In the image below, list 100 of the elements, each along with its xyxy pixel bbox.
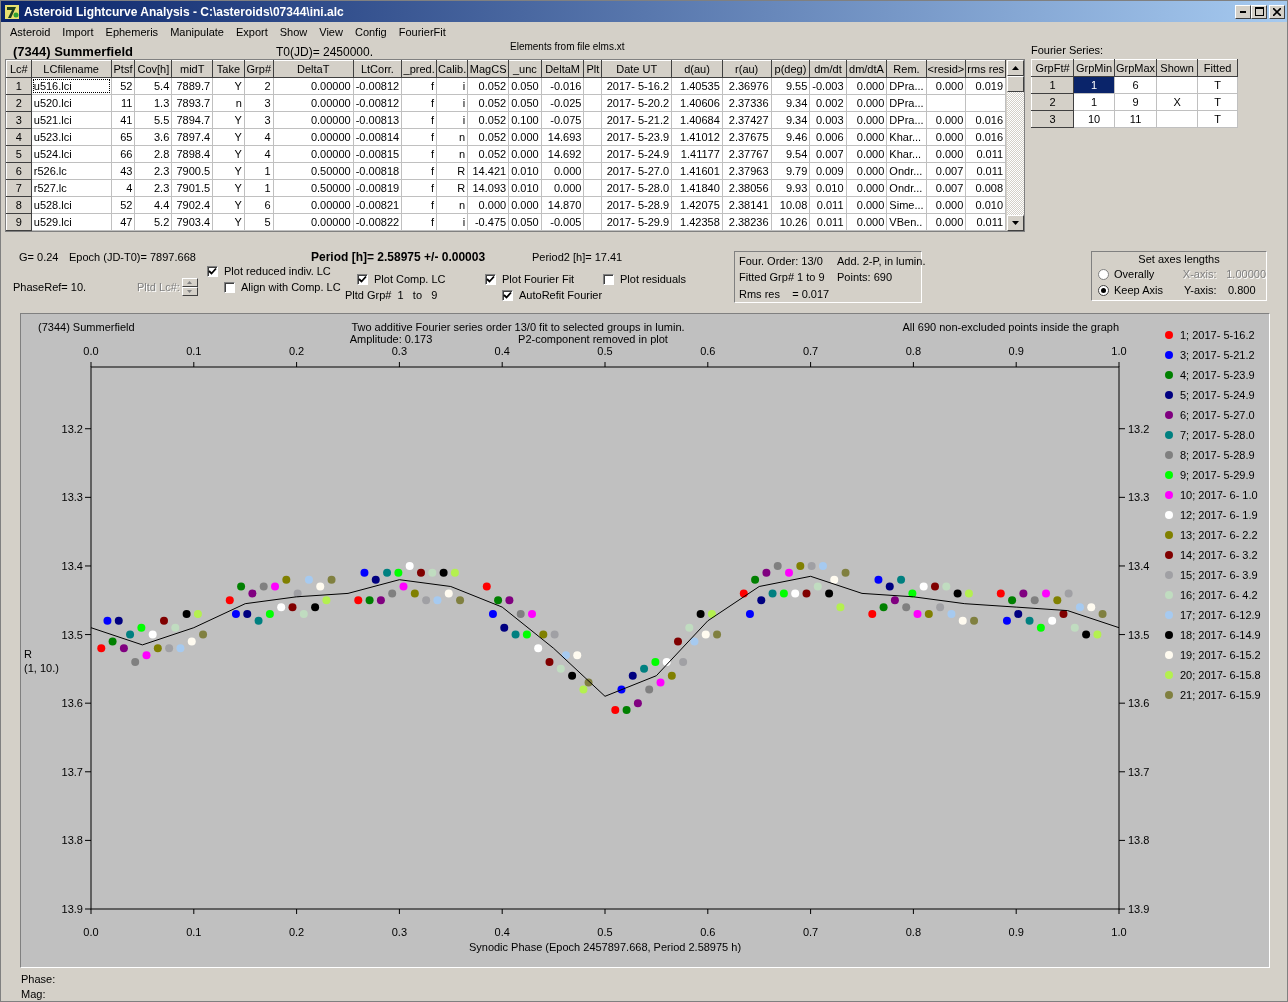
menu-item[interactable]: View — [313, 25, 349, 38]
column-header[interactable]: GrpMax — [1114, 59, 1157, 77]
checkbox[interactable]: Plot reduced indiv. LC — [207, 263, 357, 279]
table-cell: 0.000 — [846, 196, 887, 214]
tick-label: 0.6 — [700, 345, 716, 357]
column-header[interactable]: Calib. — [436, 60, 468, 78]
menu-item[interactable]: FourierFit — [392, 25, 452, 38]
info-text: Rms res = 0.017 — [739, 286, 831, 302]
menu-item[interactable]: Manipulate — [164, 25, 230, 38]
legend-label: 5; 2017- 5-24.9 — [1180, 389, 1255, 401]
table-cell: X — [1156, 93, 1198, 111]
table-cell: 2.37963 — [722, 162, 772, 180]
tick-label: 0.9 — [1008, 345, 1024, 357]
table-cell: n — [436, 196, 468, 214]
column-header[interactable]: midT — [171, 60, 213, 78]
t0-label: T0(JD)= 2450000. — [276, 45, 375, 59]
table-cell: 2017- 5-28.0 — [601, 179, 672, 197]
scroll-thumb[interactable] — [1007, 76, 1024, 92]
data-point — [579, 685, 588, 694]
data-point — [908, 589, 917, 598]
tick-label: 0.7 — [802, 926, 819, 938]
table-cell: 0.016 — [965, 111, 1006, 129]
scrollbar[interactable] — [1006, 60, 1024, 231]
column-header[interactable]: p(deg) — [771, 60, 810, 78]
menu-item[interactable]: Export — [229, 25, 274, 38]
column-header[interactable]: _pred. — [401, 60, 437, 78]
column-header[interactable]: LtCorr. — [353, 60, 402, 78]
menu-item[interactable]: Show — [273, 25, 314, 38]
column-header[interactable]: Shown — [1156, 59, 1198, 77]
data-point — [456, 596, 465, 605]
menu-item[interactable]: Asteroid — [4, 25, 57, 38]
column-header[interactable]: Take — [212, 60, 245, 78]
column-header[interactable]: Ptsf — [111, 60, 135, 78]
data-point — [836, 603, 845, 612]
readout-label: Phase: — [21, 972, 56, 987]
data-point — [1002, 616, 1011, 625]
menu-item[interactable]: Import — [56, 25, 100, 38]
legend-label: 8; 2017- 5-28.9 — [1180, 449, 1255, 461]
checkbox[interactable]: Plot residuals — [603, 271, 687, 287]
empty-cell — [926, 94, 966, 112]
table-cell: 9.55 — [771, 77, 810, 95]
table-cell: 0.000 — [926, 128, 966, 146]
column-header[interactable]: DeltaT — [273, 60, 354, 78]
radio-button[interactable]: Keep Axis — [1098, 284, 1184, 296]
empty-cell — [583, 94, 602, 112]
column-header[interactable]: dm/dtA — [846, 60, 887, 78]
tick-label: 0.2 — [288, 345, 305, 357]
column-header[interactable]: d(au) — [671, 60, 723, 78]
column-header[interactable]: <resid> — [926, 60, 966, 78]
table-cell: 0.000 — [846, 179, 887, 197]
radio-button[interactable]: Overally — [1098, 268, 1183, 280]
table-cell[interactable]: 10 — [1073, 110, 1115, 128]
legend-label: 4; 2017- 5-23.9 — [1180, 369, 1255, 381]
maximize-button[interactable] — [1251, 4, 1267, 19]
checkbox[interactable]: AutoRefit Fourier — [502, 287, 603, 303]
minimize-button[interactable] — [1235, 4, 1251, 19]
column-header[interactable]: GrpFt# — [1031, 59, 1074, 77]
table-cell: 0.50000 — [273, 162, 354, 180]
table-cell: 7897.4 — [171, 128, 213, 146]
column-header[interactable]: dm/dt — [809, 60, 847, 78]
column-header[interactable]: Rem. — [886, 60, 927, 78]
table-cell: i — [436, 94, 468, 112]
data-point — [410, 589, 419, 598]
table-cell: 9.34 — [771, 111, 810, 129]
table-cell: n — [212, 94, 245, 112]
menu-item[interactable]: Ephemeris — [99, 25, 165, 38]
column-header[interactable]: Cov[h] — [134, 60, 172, 78]
data-point — [640, 664, 649, 673]
down-arrow-icon — [187, 290, 193, 293]
column-header[interactable]: LCfilename — [31, 60, 112, 78]
column-header[interactable]: Grp# — [244, 60, 274, 78]
data-point — [762, 568, 771, 577]
column-header[interactable]: r(au) — [722, 60, 772, 78]
close-button[interactable] — [1269, 4, 1285, 19]
data-point — [539, 630, 548, 639]
data-point — [265, 610, 274, 618]
checkbox[interactable]: Plot Fourier Fit — [485, 271, 603, 287]
table-cell: 0.000 — [846, 213, 887, 231]
table-cell: f — [401, 111, 437, 129]
column-header[interactable]: Date UT — [601, 60, 672, 78]
column-header[interactable]: GrpMin — [1073, 59, 1115, 77]
tick-label: 0.3 — [391, 926, 408, 938]
table-cell: 10.08 — [771, 196, 810, 214]
column-header[interactable]: rms res — [965, 60, 1006, 78]
legend-label: 3; 2017- 5-21.2 — [1180, 349, 1255, 361]
table-cell: f — [401, 94, 437, 112]
column-header[interactable]: MagCS — [467, 60, 509, 78]
menu-item[interactable]: Config — [348, 25, 393, 38]
table-cell: 0.000 — [541, 179, 584, 197]
column-header[interactable]: Fitted — [1197, 59, 1238, 77]
column-header[interactable]: DeltaM — [541, 60, 584, 78]
checkbox[interactable]: Plot Comp. LC — [357, 271, 485, 287]
table-cell[interactable]: 1 — [1073, 93, 1115, 111]
table-cell: 2.38141 — [722, 196, 772, 214]
column-header[interactable]: _unc — [508, 60, 542, 78]
table-cell: -0.00822 — [353, 213, 402, 231]
spin-down-button[interactable] — [181, 287, 198, 296]
column-header[interactable]: Lc# — [6, 60, 32, 78]
table-cell: Y — [212, 213, 245, 231]
spin-up-button[interactable] — [181, 278, 198, 287]
